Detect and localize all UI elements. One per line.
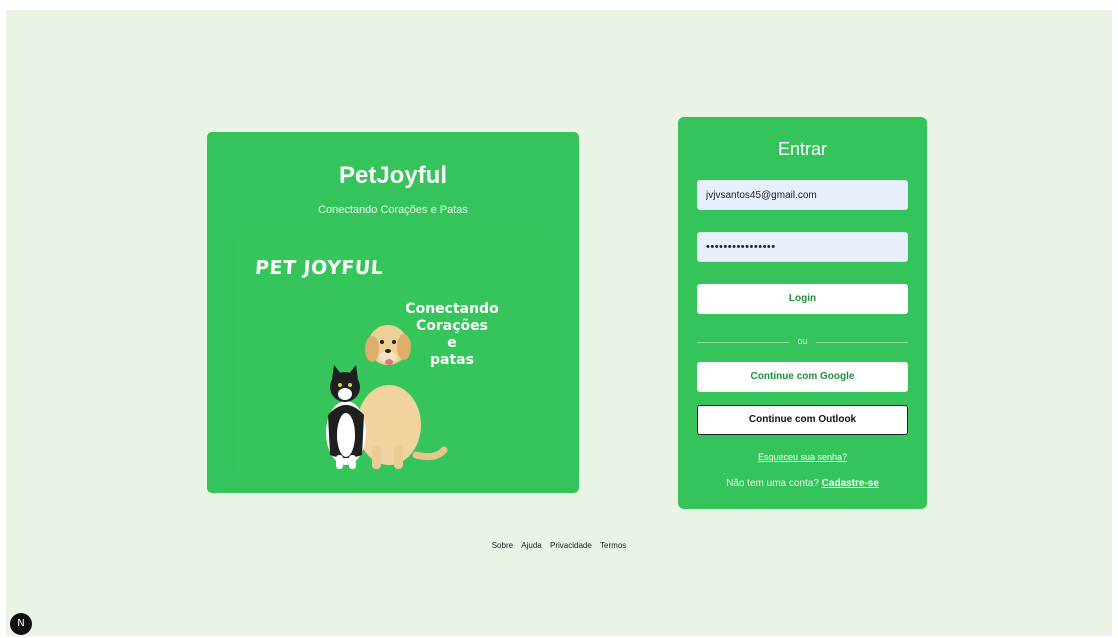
cat-and-dog-illustration xyxy=(326,325,448,469)
dev-tools-badge[interactable]: N xyxy=(10,613,32,635)
outlook-login-button[interactable]: Continue com Outlook xyxy=(697,405,908,435)
footer-link-termos[interactable]: Termos xyxy=(600,541,626,550)
password-field[interactable] xyxy=(697,232,908,262)
page-background: PetJoyful Conectando Corações e Patas PE… xyxy=(6,10,1112,636)
email-field[interactable] xyxy=(697,180,908,210)
promo-title: PetJoyful xyxy=(338,162,448,189)
signup-link[interactable]: Cadastre-se xyxy=(822,478,879,489)
promo-image: PET JOYFUL Conectando Corações e patas xyxy=(236,235,549,475)
promo-card: PetJoyful Conectando Corações e Patas PE… xyxy=(207,132,579,493)
signup-prompt-text: Não tem uma conta? xyxy=(726,478,819,489)
dog-figure xyxy=(357,325,448,469)
footer-link-sobre[interactable]: Sobre xyxy=(492,541,513,550)
promo-image-brand: PET JOYFUL xyxy=(254,257,385,279)
cat-figure xyxy=(326,365,366,469)
divider-text: ou xyxy=(797,336,808,346)
login-title: Entrar xyxy=(777,139,828,159)
signup-prompt: Não tem uma conta? Cadastre-se xyxy=(678,478,927,489)
google-login-button[interactable]: Continue com Google xyxy=(697,362,908,392)
or-divider: ou xyxy=(697,336,908,348)
login-card: Entrar Login ou Continue com Google Cont… xyxy=(678,117,927,509)
forgot-password-link[interactable]: Esqueceu sua senha? xyxy=(678,452,927,462)
promo-subtitle: Conectando Corações e Patas xyxy=(318,204,468,216)
footer-link-privacidade[interactable]: Privacidade xyxy=(550,541,592,550)
footer-nav: Sobre Ajuda Privacidade Termos xyxy=(6,541,1112,550)
footer-link-ajuda[interactable]: Ajuda xyxy=(521,541,541,550)
divider-line xyxy=(816,342,908,343)
login-button[interactable]: Login xyxy=(697,284,908,314)
